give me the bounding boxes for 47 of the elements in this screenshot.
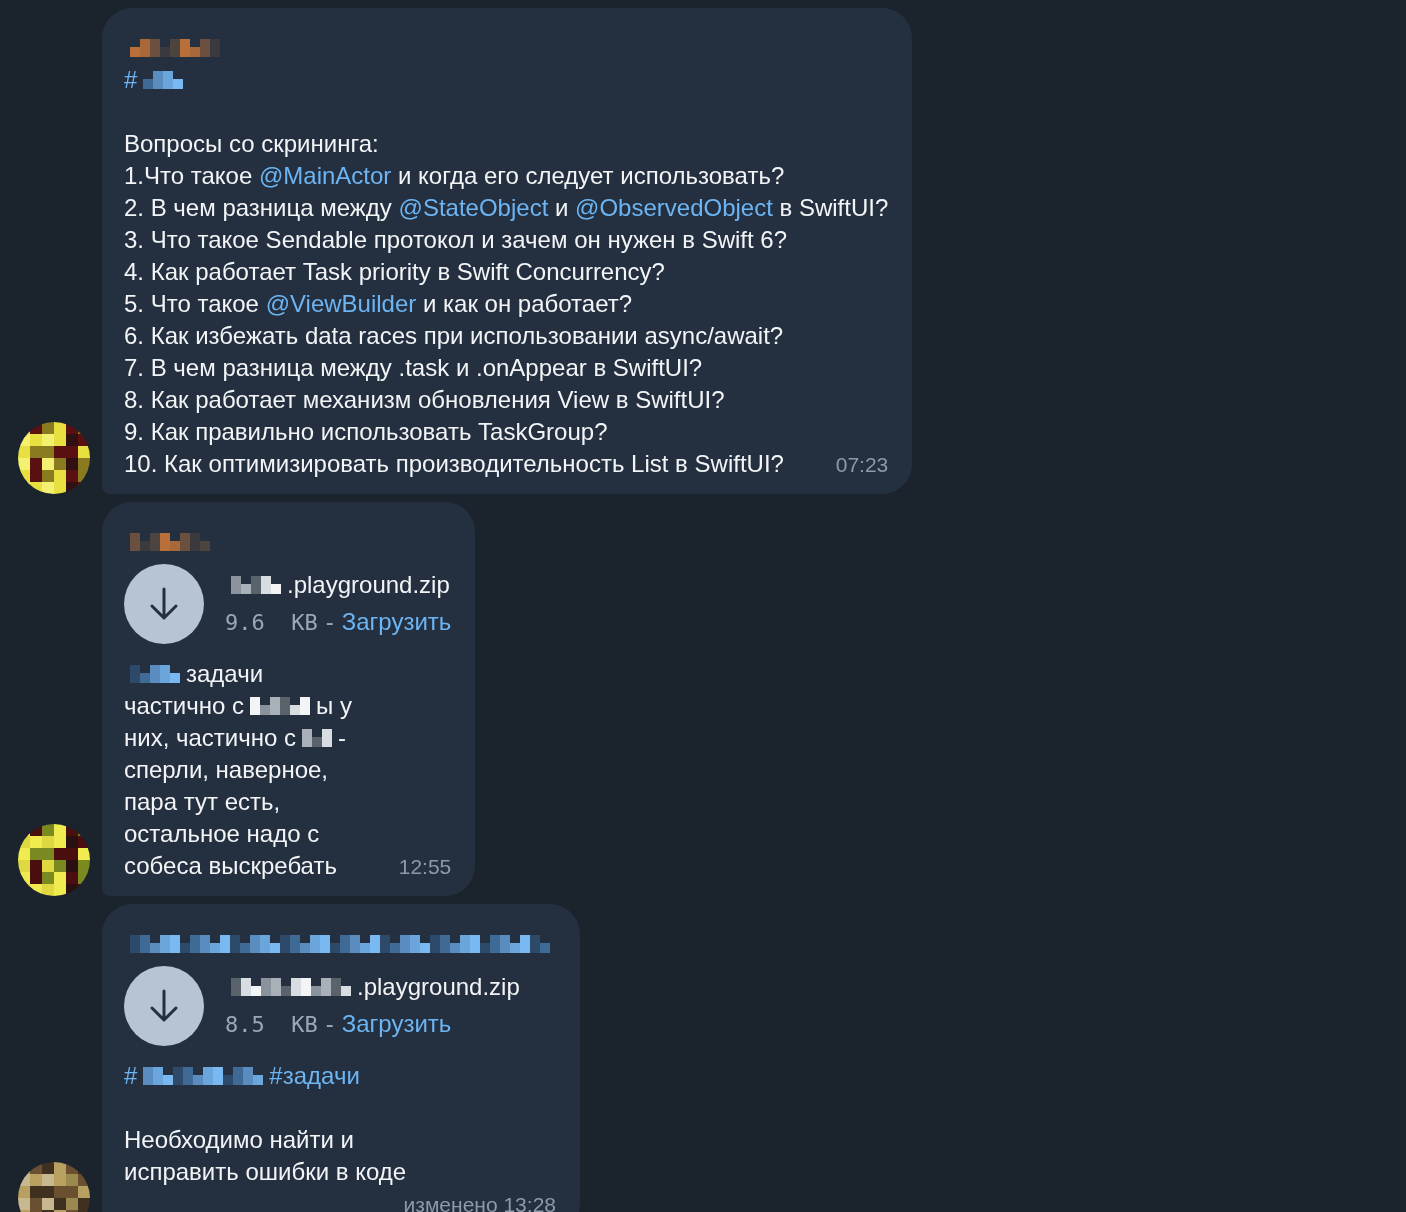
separator-text: - <box>325 606 334 637</box>
message-text: собеса выскребать <box>124 851 337 881</box>
pixelated-text <box>143 71 184 89</box>
download-link[interactable]: Загрузить <box>341 602 452 641</box>
mention-link[interactable]: @ViewBuilder <box>265 288 417 320</box>
message-text: Вопросы со скрининга: <box>124 129 380 159</box>
message-time: 12:55 <box>397 854 452 880</box>
message-text: 1.Что такое @MainActor и когда его следует использовать? <box>124 160 889 192</box>
message-text: частично с ы у <box>124 691 353 721</box>
file-name: .playground.zip <box>287 569 450 600</box>
pixelated-text <box>231 575 281 594</box>
message-text: исправить ошибки в коде <box>124 1157 408 1187</box>
message-text: них, частично с - <box>124 723 348 753</box>
message-text: 4. Как работает Task priority в Swift Concurrency? <box>124 257 666 287</box>
message-text: 8. Как работает механизм обновления View в SwiftUI? <box>124 385 726 415</box>
message-text: 2. В чем разница между @StateObject и @ObservedObject в SwiftUI? <box>124 192 889 224</box>
hashtag-link[interactable]: #задачи <box>269 1060 360 1092</box>
message-text: задачи <box>124 658 452 690</box>
pixelated-text <box>250 697 311 715</box>
message-time: 07:23 <box>834 452 889 478</box>
message-time: изменено 13:28 <box>403 1192 556 1212</box>
mention-link[interactable]: @ObservedObject <box>575 192 773 224</box>
download-icon <box>149 587 179 621</box>
separator-text: - <box>325 1008 334 1039</box>
mention-link[interactable]: @MainActor <box>258 160 392 192</box>
message-text: пара тут есть, <box>124 787 282 817</box>
avatar[interactable] <box>18 422 90 494</box>
file-size: 8.5 KB <box>225 1010 318 1039</box>
message-text: 9. Как правильно использовать TaskGroup? <box>124 417 609 447</box>
pixelated-text <box>302 729 333 747</box>
message-text: 7. В чем разница между .task и .onAppear в SwiftUI? <box>124 353 704 383</box>
mention-link[interactable]: @StateObject <box>398 192 549 224</box>
message-text: 10. Как оптимизировать производительность List в SwiftUI? <box>124 449 784 479</box>
download-link[interactable]: Загрузить <box>341 1004 452 1043</box>
message-text: Необходимо найти и <box>124 1125 355 1155</box>
file-name: .playground.zip <box>357 971 520 1002</box>
pixelated-text <box>130 665 180 683</box>
hashtag-link[interactable]: # <box>124 64 138 96</box>
message-text: остальное надо с <box>124 819 321 849</box>
message-text: 3. Что такое Sendable протокол и зачем он нужен в Swift 6? <box>124 225 789 255</box>
message-text: 5. Что такое @ViewBuilder и как он работает? <box>124 288 889 320</box>
message-text: сперли, наверное, <box>124 755 329 785</box>
message-text: 6. Как избежать data races при использовании async/await? <box>124 321 785 351</box>
hashtag-link[interactable]: # <box>124 1060 138 1092</box>
avatar[interactable] <box>18 824 90 896</box>
download-icon <box>149 989 179 1023</box>
file-size: 9.6 KB <box>225 608 318 637</box>
